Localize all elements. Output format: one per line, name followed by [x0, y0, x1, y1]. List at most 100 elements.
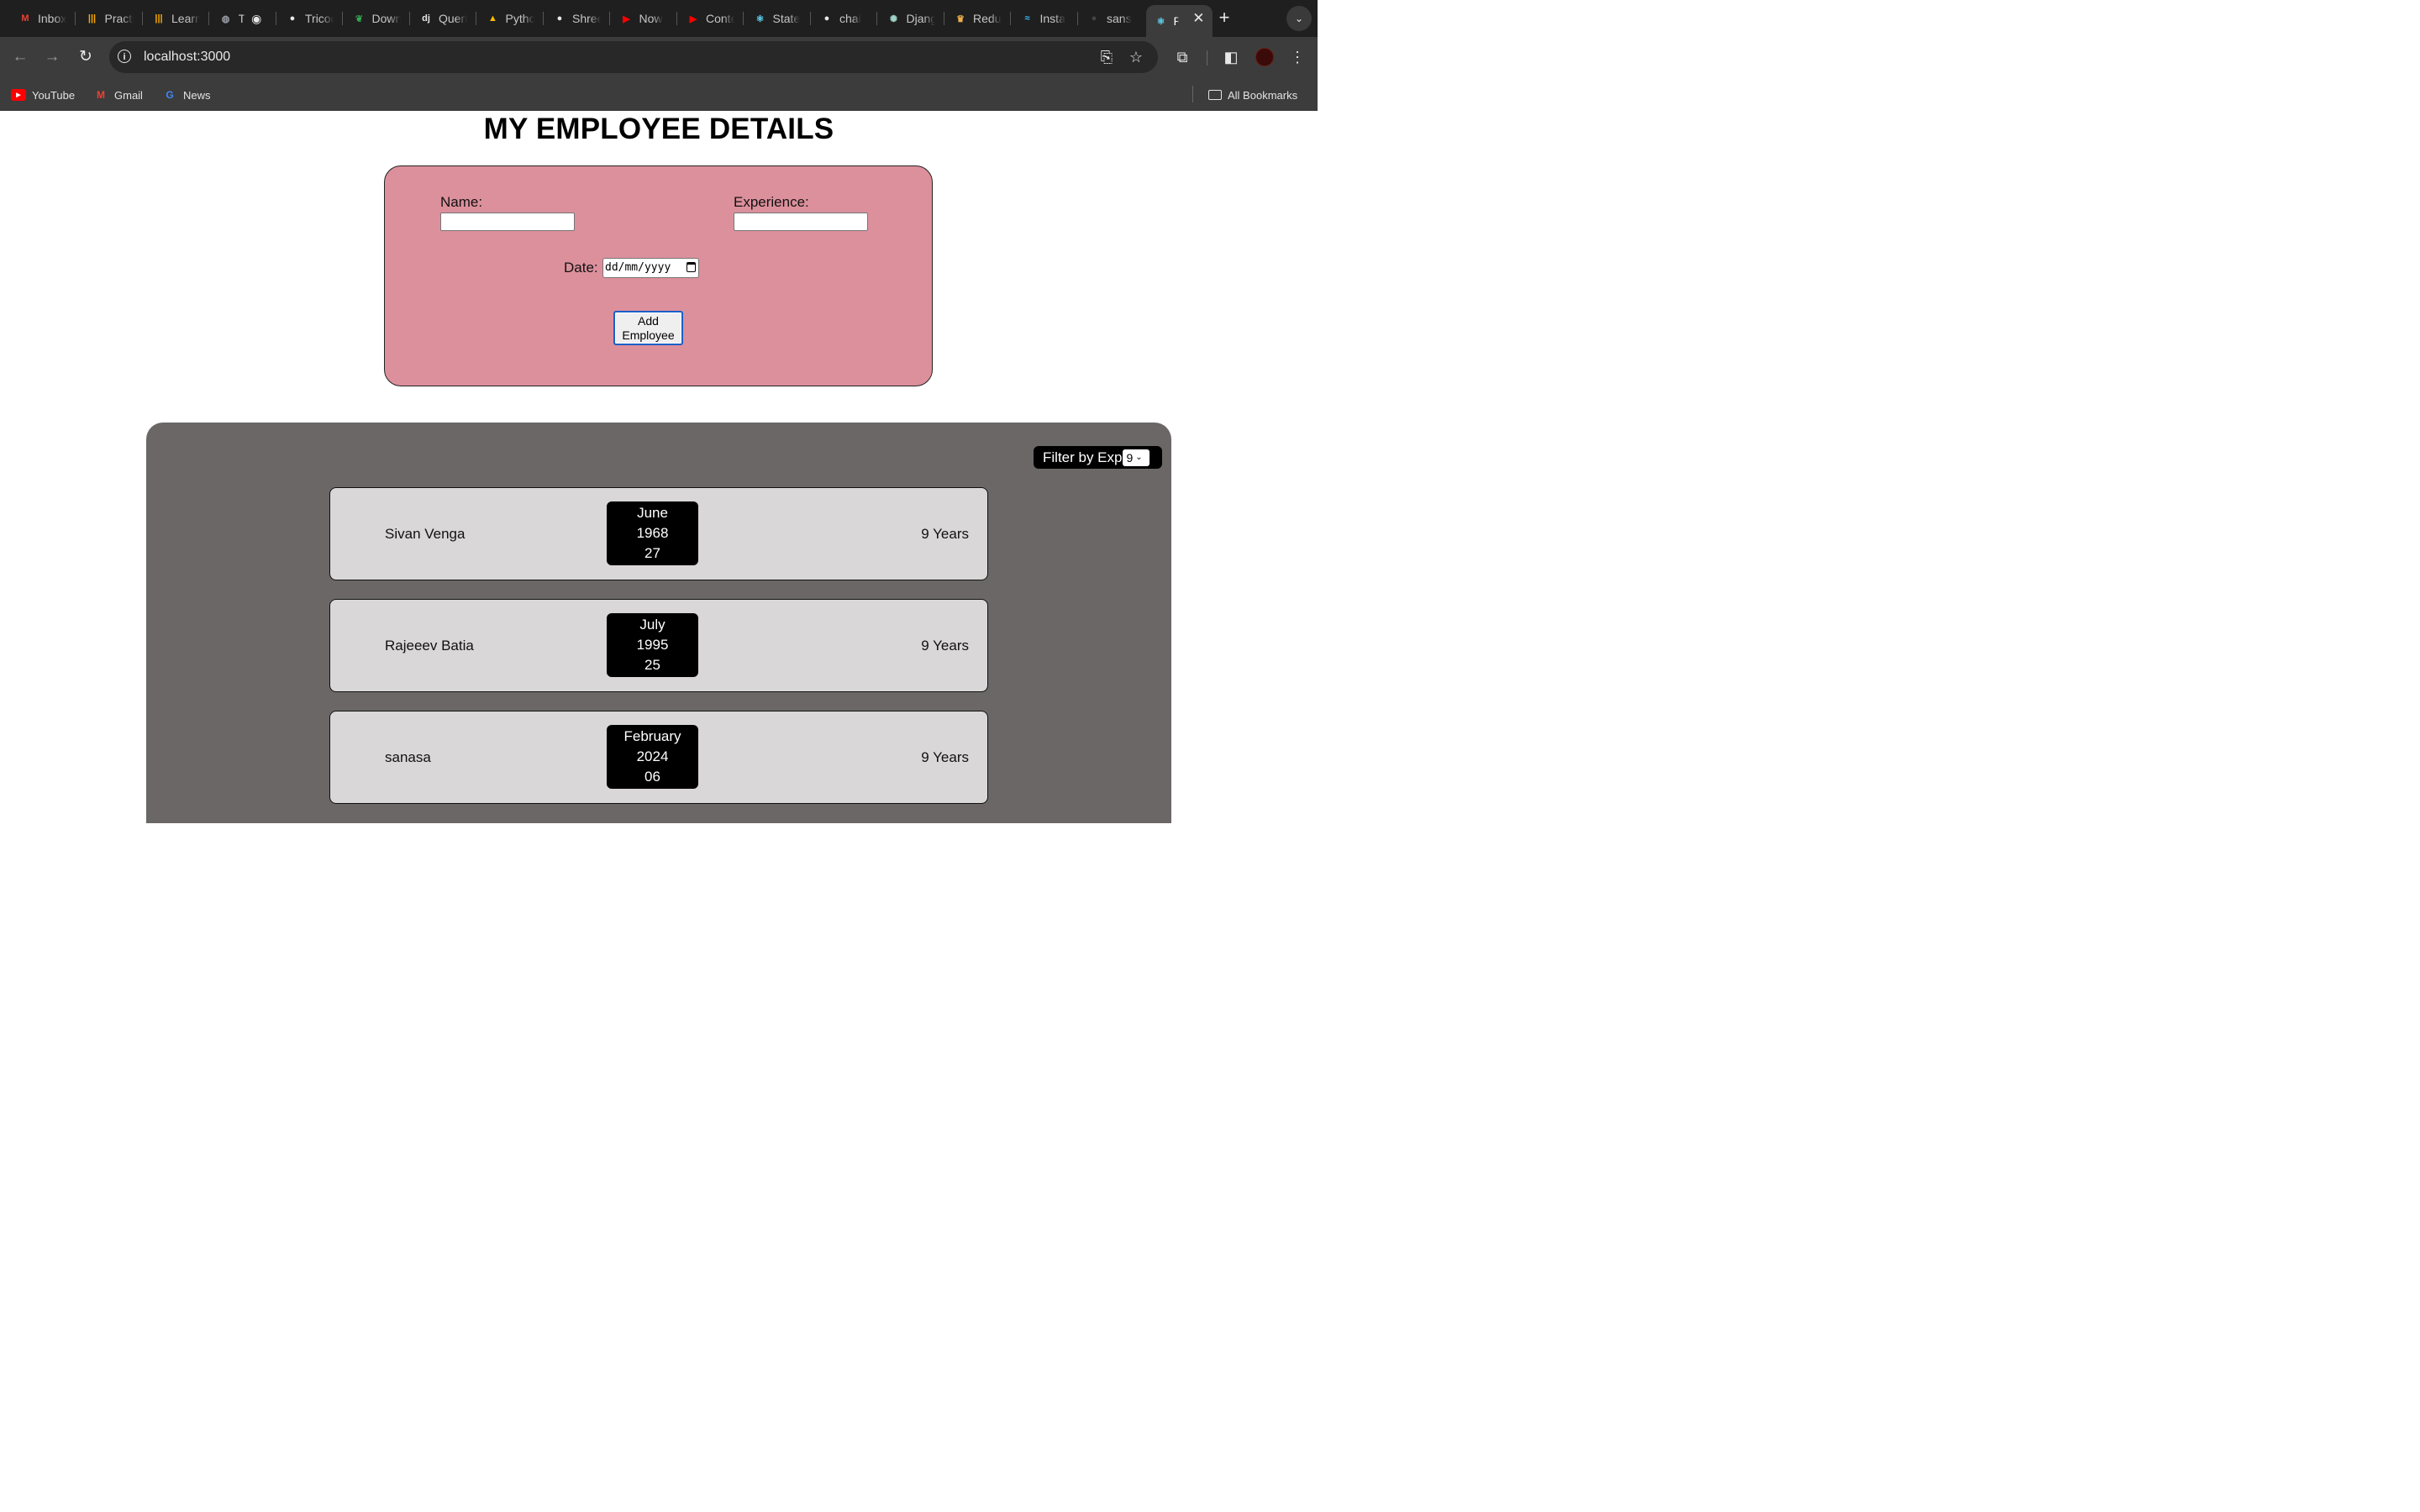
folder-icon: [1208, 90, 1222, 100]
tab-label: Download: [371, 12, 401, 25]
experience-label: Experience:: [734, 194, 809, 210]
browser-tab[interactable]: ● sans: [1079, 5, 1145, 32]
browser-toolbar: ← → ↻ i localhost:3000 ⎘ ☆ ⧉ ◧ ⋮: [0, 37, 1318, 77]
reload-button[interactable]: ↻: [76, 47, 96, 67]
youtube-icon: ▶: [689, 13, 697, 24]
tab-label: Queries: [439, 12, 467, 25]
browser-tab[interactable]: ● chai: [812, 5, 878, 32]
browser-tab[interactable]: ▲ Python: [478, 5, 544, 32]
browser-tab[interactable]: ▶ Content: [678, 5, 744, 32]
tab-label: Practice: [104, 12, 134, 25]
new-tab-button[interactable]: +: [1215, 8, 1234, 28]
employee-card: Sivan Venga June 1968 27 9 Years: [329, 487, 988, 580]
browser-tab[interactable]: dj Queries: [411, 5, 477, 32]
leaf-icon: ❦: [355, 13, 364, 24]
bookmark-label: Gmail: [114, 88, 143, 102]
tab-label: Now: [639, 12, 663, 25]
django-icon: dj: [422, 13, 430, 24]
all-bookmarks-label: All Bookmarks: [1228, 88, 1298, 102]
employee-experience: 9 Years: [921, 748, 969, 765]
youtube-icon: ▶: [623, 13, 630, 24]
date-input[interactable]: dd/mm/yyyy: [602, 258, 699, 278]
tab-label: React App: [1173, 14, 1179, 28]
browser-tab[interactable]: M Inbox: [10, 5, 76, 32]
name-label: Name:: [440, 194, 483, 210]
tab-label: chai: [839, 12, 861, 25]
profile-avatar[interactable]: [1255, 48, 1274, 66]
tab-separator: [1076, 12, 1078, 25]
employee-form: Name: Experience: Date: dd/mm/yyyy Add E…: [384, 165, 933, 386]
more-menu-icon[interactable]: ⋮: [1287, 47, 1307, 67]
tab-separator: [809, 12, 811, 25]
github-icon: ●: [1091, 13, 1097, 24]
browser-tab[interactable]: ● Tricode: [277, 5, 344, 32]
employee-date-badge: June 1968 27: [607, 501, 698, 565]
date-month: February: [623, 728, 681, 744]
browser-tab[interactable]: ⚛ State: [745, 5, 812, 32]
tab-separator: [408, 12, 410, 25]
tab-label: sans: [1107, 12, 1132, 25]
filter-select[interactable]: 9 ⌄: [1123, 449, 1150, 466]
site-info-icon[interactable]: i: [118, 50, 131, 63]
employee-name: Rajeeev Batia: [385, 637, 474, 654]
browser-tab[interactable]: ≈ Insta: [1013, 5, 1079, 32]
bookmark-gmail[interactable]: M Gmail: [93, 87, 143, 103]
chatgpt-icon: ✺: [889, 13, 898, 24]
employee-name: Sivan Venga: [385, 525, 466, 542]
all-bookmarks-button[interactable]: All Bookmarks: [1208, 87, 1297, 103]
calendar-icon[interactable]: [687, 262, 696, 272]
extensions-icon[interactable]: ⧉: [1172, 47, 1192, 67]
bookmark-news[interactable]: G News: [162, 87, 210, 103]
browser-tab[interactable]: ||| Learn: [144, 5, 210, 32]
employee-name: sanasa: [385, 748, 431, 765]
date-day: 27: [644, 545, 660, 561]
browser-tab[interactable]: ⚛ React App ✕: [1145, 5, 1213, 37]
redux-icon: ♛: [956, 13, 965, 24]
tab-separator: [609, 12, 610, 25]
browser-tab[interactable]: ||| Practice: [77, 5, 144, 32]
add-employee-button[interactable]: Add Employee: [613, 311, 683, 345]
employee-experience: 9 Years: [921, 637, 969, 654]
globe-icon: ◍: [221, 13, 230, 24]
page-content: MY EMPLOYEE DETAILS Name: Experience: Da…: [0, 111, 1318, 823]
back-button[interactable]: ←: [10, 47, 30, 67]
date-day: 06: [644, 769, 660, 785]
browser-tab[interactable]: ✺ Django: [879, 5, 945, 32]
browser-tab[interactable]: ❦ Download: [345, 5, 411, 32]
chart-bars-icon: |||: [155, 13, 163, 24]
url-text[interactable]: localhost:3000: [144, 50, 230, 65]
date-year: 2024: [636, 748, 669, 764]
forward-button[interactable]: →: [42, 47, 62, 67]
tab-label: Django: [906, 12, 935, 25]
browser-tab[interactable]: ● Shree: [544, 5, 611, 32]
browser-tab[interactable]: ▶ Now: [612, 5, 678, 32]
tab-label: Shree: [572, 12, 601, 25]
browser-tab[interactable]: ♛ Redux: [945, 5, 1012, 32]
tab-separator: [676, 12, 677, 25]
date-day: 25: [644, 657, 660, 673]
filter-label: Filter by Exp: [1043, 449, 1123, 465]
tab-label: Python: [505, 12, 534, 25]
tab-separator: [342, 12, 343, 25]
address-bar[interactable]: i localhost:3000 ⎘ ☆: [109, 41, 1158, 73]
tab-label: Insta: [1039, 12, 1065, 25]
browser-tab[interactable]: ◍ T ◉: [211, 5, 277, 32]
react-icon: ⚛: [1156, 16, 1165, 27]
employee-experience: 9 Years: [921, 525, 969, 542]
filter-selected-value: 9: [1126, 450, 1134, 465]
page-title: MY EMPLOYEE DETAILS: [483, 113, 834, 145]
date-label: Date:: [564, 260, 598, 276]
date-month: July: [639, 617, 666, 633]
name-input[interactable]: [440, 213, 575, 231]
install-app-icon[interactable]: ⎘: [1097, 49, 1116, 66]
date-month: June: [637, 505, 668, 521]
tailwind-icon: ≈: [1024, 13, 1030, 24]
tab-separator: [208, 12, 209, 25]
bookmark-star-icon[interactable]: ☆: [1127, 49, 1145, 66]
bookmark-youtube[interactable]: ▶ YouTube: [11, 87, 75, 103]
experience-input[interactable]: [734, 213, 868, 231]
side-panel-icon[interactable]: ◧: [1221, 47, 1241, 67]
close-tab-icon[interactable]: ✕: [1192, 11, 1204, 25]
tab-search-button[interactable]: ⌄: [1286, 6, 1312, 31]
tab-separator: [743, 12, 744, 25]
